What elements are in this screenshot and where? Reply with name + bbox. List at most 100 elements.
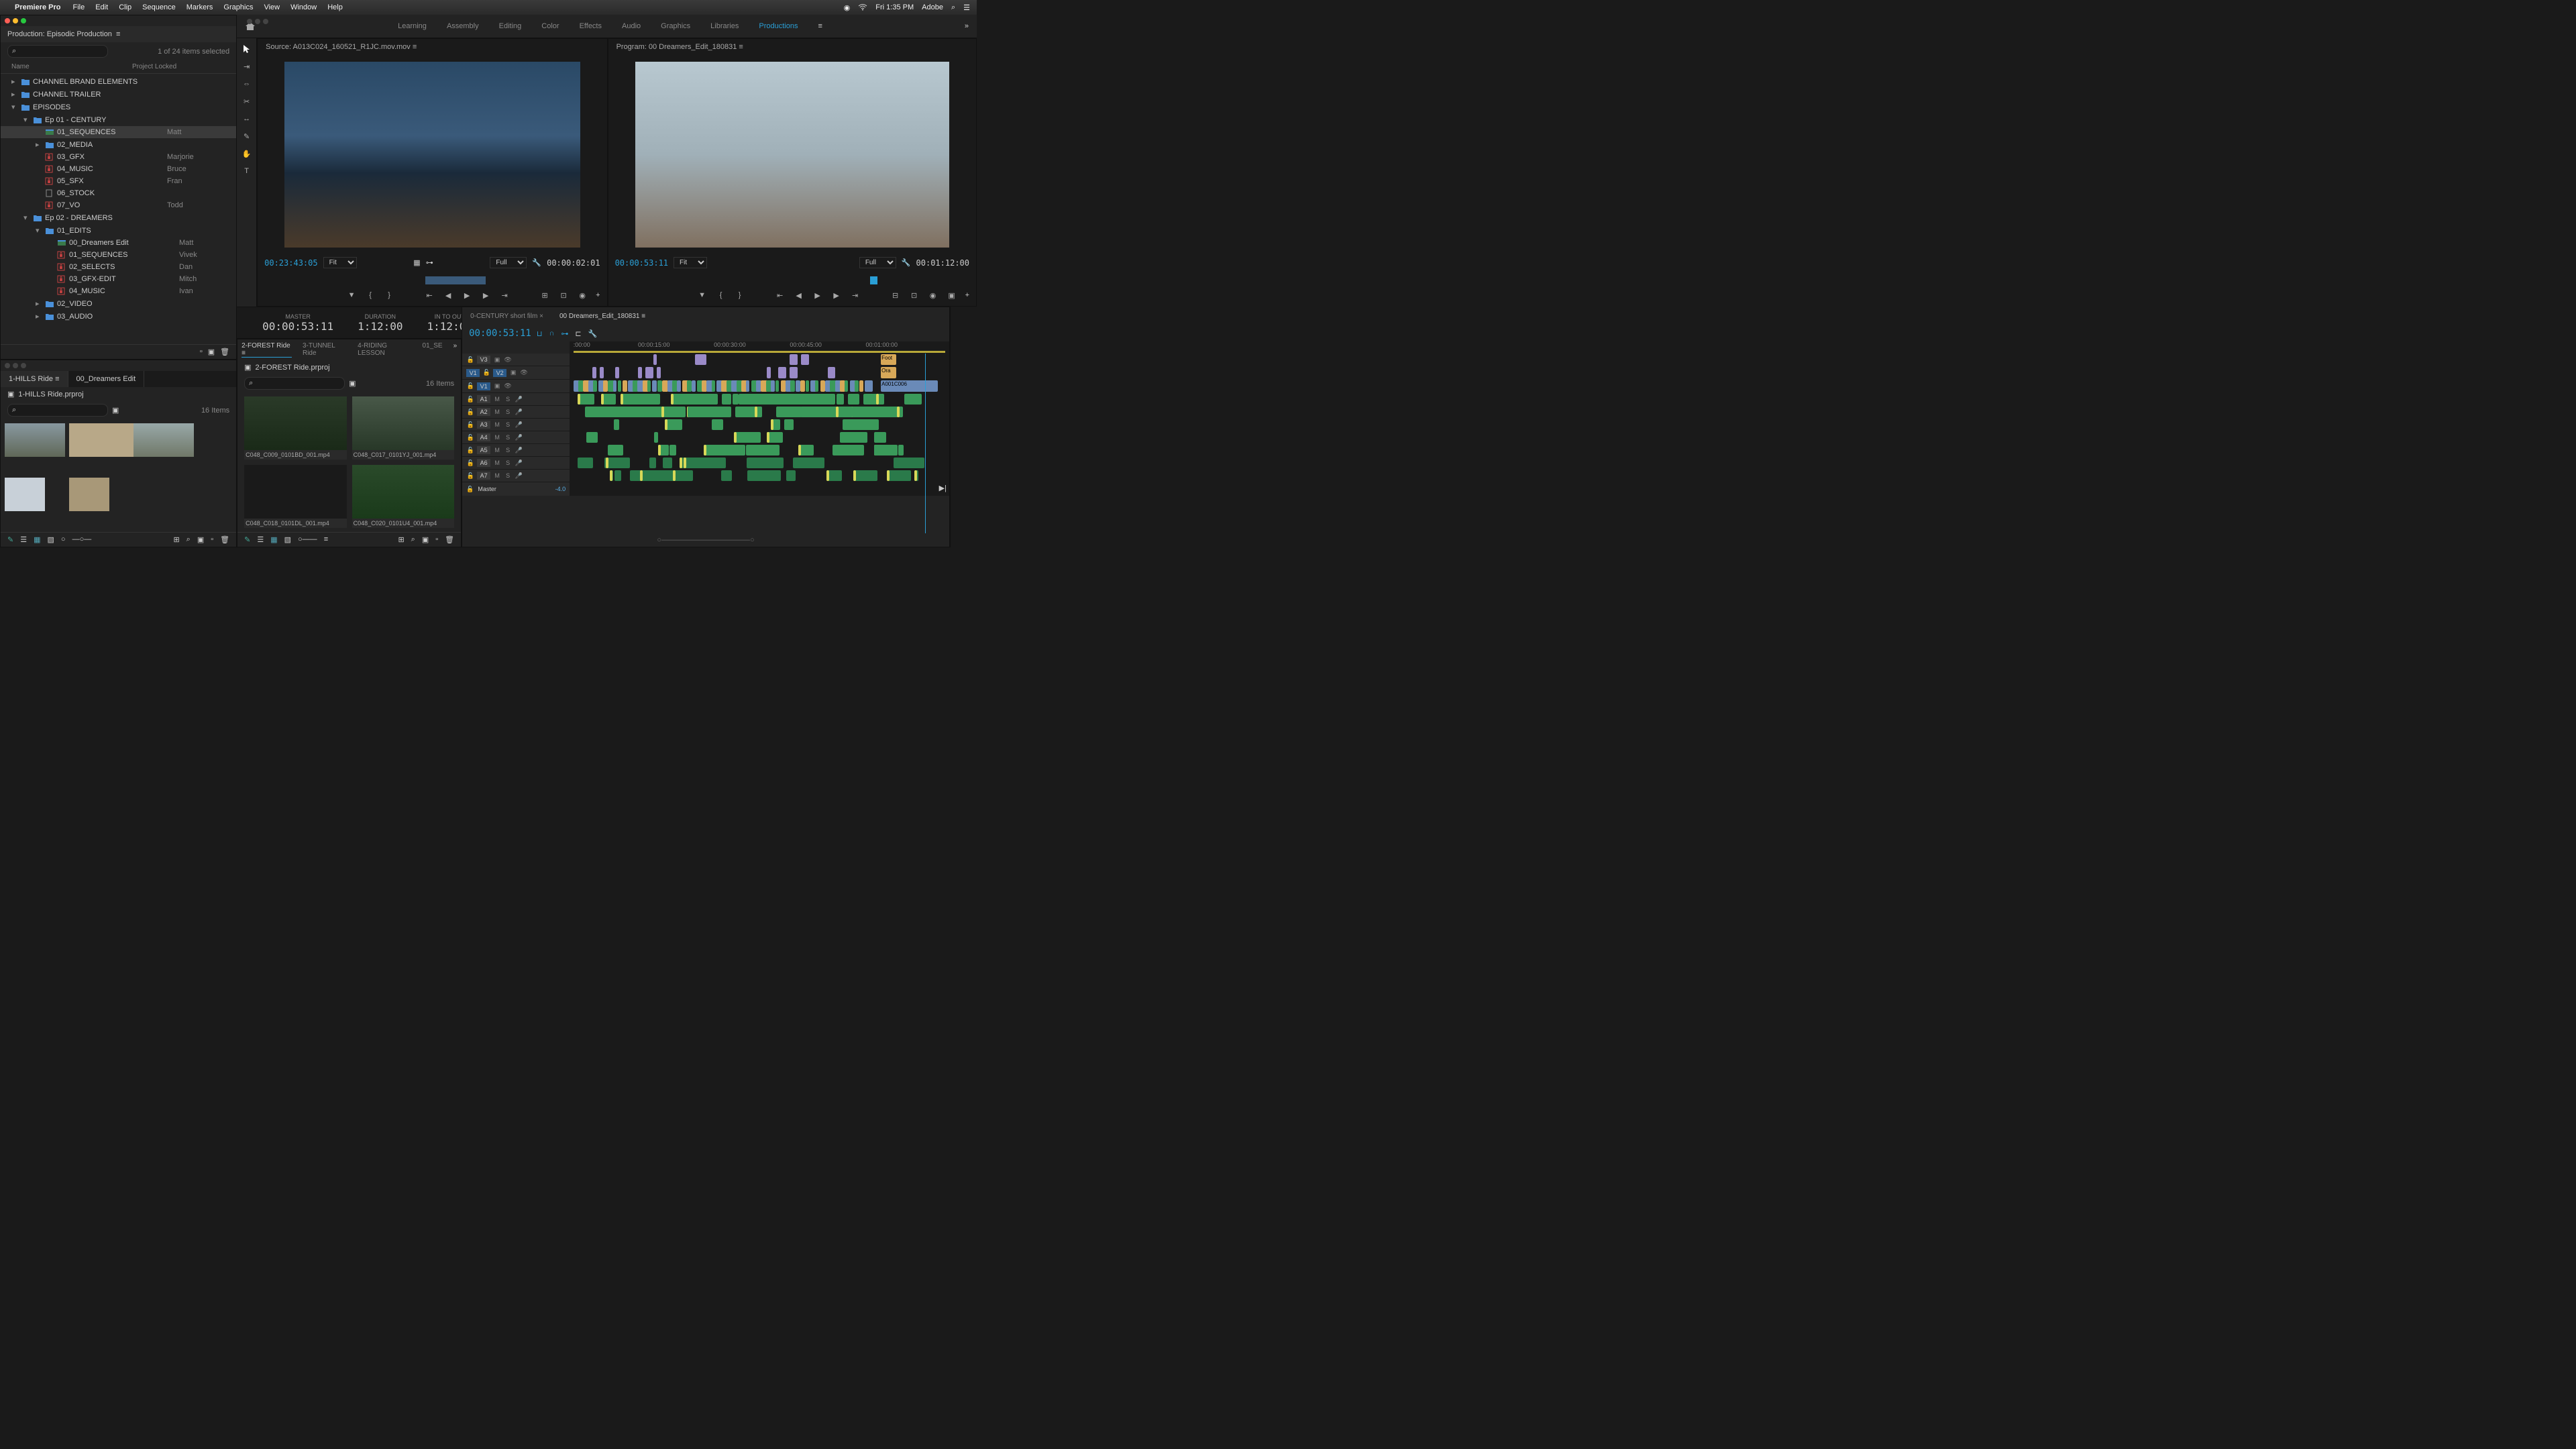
step-fwd-icon[interactable]: ▶ <box>831 290 842 301</box>
mic-icon[interactable]: 🎤 <box>515 433 523 441</box>
panel-menu-icon[interactable]: ≡ <box>116 30 120 38</box>
sort-icon[interactable]: ○ <box>61 535 66 544</box>
sort-icon[interactable]: ≡ <box>324 535 328 544</box>
program-tc-in[interactable]: 00:00:53:11 <box>615 258 668 268</box>
lock-icon[interactable]: 🔓 <box>466 459 474 467</box>
mic-icon[interactable]: 🎤 <box>515 472 523 480</box>
slider-icon[interactable]: —○— <box>72 535 92 544</box>
timeline-tracks[interactable]: 🔓V3▣👁 Foot V1🔓V2▣👁 Ora 🔓V1▣👁 A001C006 <box>462 354 949 533</box>
source-tc-out[interactable]: 00:00:02:01 <box>547 258 600 268</box>
source-zoom[interactable]: Fit <box>323 257 357 268</box>
tree-node[interactable]: 05_SFXFran <box>1 175 236 187</box>
insert-icon[interactable]: ⊞ <box>539 290 550 301</box>
zoom-slider[interactable]: ○—— <box>298 535 317 544</box>
sync-icon[interactable]: ▣ <box>493 356 501 364</box>
track-a7[interactable]: A7 <box>477 472 490 480</box>
in-point-icon[interactable]: { <box>716 290 727 301</box>
lock-icon[interactable]: 🔓 <box>466 421 474 429</box>
compare-icon[interactable]: ▣ <box>947 290 957 301</box>
ripple-edit-tool[interactable]: ⇔ <box>240 77 254 91</box>
mic-icon[interactable]: 🎤 <box>515 446 523 454</box>
wrench-icon[interactable]: 🔧 <box>902 258 911 267</box>
tree-node[interactable]: 02_SELECTSDan <box>1 261 236 273</box>
mark-in-icon[interactable]: ▼ <box>346 290 357 301</box>
mic-icon[interactable]: 🎤 <box>515 395 523 403</box>
timeline-ruler[interactable]: :00:00 00:00:15:00 00:00:30:00 00:00:45:… <box>570 341 949 354</box>
clip-thumb[interactable] <box>69 478 129 528</box>
source-res[interactable]: Full <box>490 257 527 268</box>
brand[interactable]: Adobe <box>922 3 943 11</box>
lock-icon[interactable]: 🔓 <box>466 433 474 441</box>
lock-icon[interactable]: 🔓 <box>466 395 474 403</box>
auto-seq-icon[interactable]: ⊞ <box>398 535 404 544</box>
source-scrubber[interactable] <box>264 276 600 284</box>
tree-node[interactable]: ▸02_MEDIA <box>1 138 236 151</box>
tree-node[interactable]: 01_SEQUENCESMatt <box>1 126 236 138</box>
eye-icon[interactable]: 👁 <box>504 356 512 364</box>
pen-icon[interactable]: ✎ <box>244 535 250 544</box>
tree-node[interactable]: 03_GFXMarjorie <box>1 151 236 163</box>
track-a1[interactable]: A1 <box>477 395 490 403</box>
res-icon[interactable]: ▦ <box>413 258 420 267</box>
lift-icon[interactable]: ⊟ <box>890 290 901 301</box>
tree-node[interactable]: 01_SEQUENCESVivek <box>1 249 236 261</box>
program-zoom[interactable]: Fit <box>674 257 707 268</box>
menu-graphics[interactable]: Graphics <box>223 3 253 11</box>
tree-node[interactable]: 06_STOCK <box>1 187 236 199</box>
col-locked[interactable]: Project Locked <box>132 63 176 70</box>
wifi-icon[interactable] <box>858 4 867 11</box>
out-point-icon[interactable]: } <box>384 290 394 301</box>
play-icon[interactable]: ▶ <box>812 290 823 301</box>
trash-icon[interactable]: 🗑 <box>445 535 454 544</box>
list-view-icon[interactable]: ☰ <box>20 535 27 544</box>
tree-node[interactable]: ▸CHANNEL TRAILER <box>1 88 236 101</box>
lock-icon[interactable]: 🔓 <box>466 486 474 493</box>
tree-node[interactable]: ▾01_EDITS <box>1 224 236 237</box>
add-button-icon[interactable]: + <box>596 291 606 299</box>
freeform-view-icon[interactable]: ▧ <box>48 535 54 544</box>
ws-graphics[interactable]: Graphics <box>661 22 690 30</box>
lock-icon[interactable]: 🔓 <box>466 408 474 416</box>
auto-seq-icon[interactable]: ⊞ <box>173 535 179 544</box>
snap-icon[interactable]: ⊔ <box>537 329 543 338</box>
trash-icon[interactable]: 🗑 <box>220 535 229 544</box>
project-search[interactable]: ⌕ <box>7 404 108 417</box>
selection-tool[interactable] <box>240 42 254 56</box>
tree-node[interactable]: 07_VOTodd <box>1 199 236 211</box>
insert-tool-icon[interactable]: ⊏ <box>575 329 581 338</box>
menu-markers[interactable]: Markers <box>186 3 213 11</box>
lock-icon[interactable]: 🔓 <box>466 472 474 480</box>
track-select-tool[interactable]: ⇥ <box>240 60 254 73</box>
ws-libraries[interactable]: Libraries <box>710 22 739 30</box>
out-point-icon[interactable]: } <box>735 290 745 301</box>
tree-node[interactable]: ▸02_VIDEO <box>1 297 236 310</box>
ws-learning[interactable]: Learning <box>398 22 427 30</box>
zoom-slider[interactable]: ○————————————○ <box>657 536 754 544</box>
track-v2[interactable]: V2 <box>493 369 506 377</box>
freeform-icon[interactable]: ▧ <box>284 535 291 544</box>
media-tab-riding[interactable]: 4-RIDING LESSON <box>358 342 411 358</box>
track-a3[interactable]: A3 <box>477 421 490 429</box>
lock-icon[interactable]: 🔓 <box>466 356 474 364</box>
menu-sequence[interactable]: Sequence <box>142 3 176 11</box>
ws-effects[interactable]: Effects <box>580 22 602 30</box>
tree-node[interactable]: 04_MUSICIvan <box>1 285 236 297</box>
program-tc-out[interactable]: 00:01:12:00 <box>916 258 969 268</box>
track-a4[interactable]: A4 <box>477 433 490 441</box>
program-video[interactable] <box>608 55 976 254</box>
tree-node[interactable]: 03_GFX-EDITMitch <box>1 273 236 285</box>
find-icon[interactable]: ⌕ <box>186 535 191 544</box>
ws-menu-icon[interactable]: ≡ <box>818 22 822 30</box>
program-scrubber[interactable] <box>615 276 969 284</box>
type-tool[interactable]: T <box>240 164 254 178</box>
track-v3[interactable]: V3 <box>477 356 490 364</box>
source-video[interactable] <box>258 55 606 254</box>
sync-icon[interactable]: ▣ <box>509 369 517 377</box>
new-bin-icon[interactable]: ▣ <box>112 406 119 415</box>
play-stop-icon[interactable]: ▶| <box>939 484 947 492</box>
step-back-icon[interactable]: ◀ <box>794 290 804 301</box>
media-clip[interactable]: C048_C020_0101U4_001.mp4 <box>352 465 455 528</box>
mic-icon[interactable]: 🎤 <box>515 459 523 467</box>
clip-thumb[interactable] <box>133 423 194 474</box>
add-button-icon[interactable]: + <box>965 291 976 299</box>
